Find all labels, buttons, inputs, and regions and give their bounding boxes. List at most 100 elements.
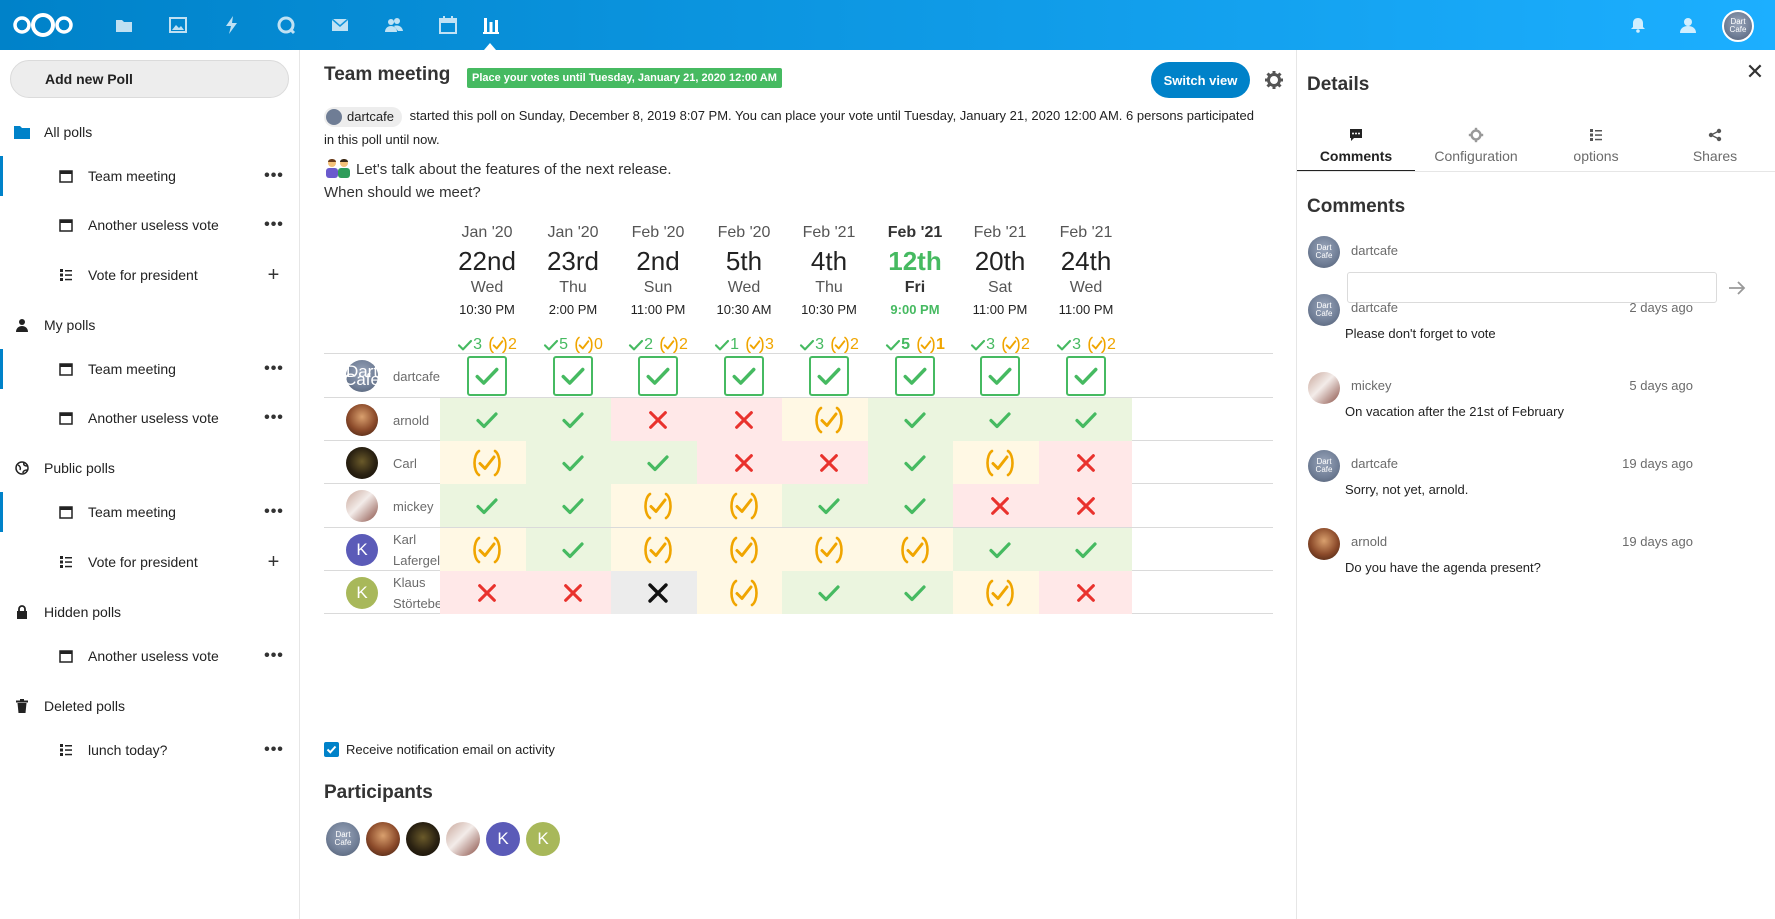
polls-icon[interactable] <box>478 12 504 38</box>
checkbox-checked-icon[interactable] <box>324 742 339 757</box>
tab-options[interactable]: options <box>1537 124 1655 172</box>
calendar-icon[interactable] <box>435 12 461 38</box>
tab-shares[interactable]: Shares <box>1656 124 1774 172</box>
option-month: Feb '20 <box>717 224 771 241</box>
more-actions-icon[interactable]: ••• <box>264 646 284 666</box>
maybe-icon <box>642 490 674 522</box>
sidebar-item-another-useless-vote[interactable]: Another useless vote ••• <box>0 205 300 245</box>
vote-toggle-button[interactable] <box>637 355 678 396</box>
vote-toggle-button[interactable] <box>552 355 593 396</box>
option-header: Feb '21 20th Sat 11:00 PM 3 2 <box>952 224 1048 354</box>
cross-icon <box>476 582 498 604</box>
nav-group-public-polls[interactable]: Public polls <box>0 452 300 484</box>
nav-group-my-polls[interactable]: My polls <box>0 309 300 341</box>
vote-cell <box>953 484 1046 527</box>
check-icon <box>475 408 499 432</box>
participant-avatar[interactable]: K <box>526 822 560 856</box>
send-arrow-icon[interactable] <box>1727 278 1747 298</box>
sidebar-item-team-meeting[interactable]: Team meeting ••• <box>0 492 300 532</box>
participant-avatar[interactable]: K <box>486 822 520 856</box>
gear-icon[interactable] <box>1264 70 1284 90</box>
vote-counts: 32 <box>952 335 1048 355</box>
check-icon <box>903 581 927 605</box>
more-actions-icon[interactable]: ••• <box>264 166 284 186</box>
comment-input[interactable] <box>1347 272 1717 303</box>
vote-cell[interactable] <box>953 354 1046 397</box>
participant-avatar[interactable] <box>406 822 440 856</box>
sidebar-item-another-useless-vote[interactable]: Another useless vote ••• <box>0 636 300 676</box>
globe-icon <box>14 460 30 476</box>
sidebar-item-team-meeting[interactable]: Team meeting ••• <box>0 156 300 196</box>
vote-cell[interactable] <box>526 354 619 397</box>
vote-cell <box>611 484 704 527</box>
vote-cell[interactable] <box>868 354 961 397</box>
talk-icon[interactable] <box>273 12 299 38</box>
nav-group-deleted-polls[interactable]: Deleted polls <box>0 690 300 722</box>
expiration-badge: Place your votes until Tuesday, January … <box>467 68 782 88</box>
vote-toggle-button[interactable] <box>808 355 849 396</box>
mail-icon[interactable] <box>327 12 353 38</box>
activity-icon[interactable] <box>219 12 245 38</box>
vote-cell[interactable] <box>782 354 875 397</box>
vote-toggle-button[interactable] <box>723 355 764 396</box>
vote-cell <box>697 528 790 571</box>
files-icon[interactable] <box>111 12 137 38</box>
participant-avatar[interactable] <box>446 822 480 856</box>
vote-toggle-button[interactable] <box>466 355 507 396</box>
maybe-icon <box>1087 335 1107 355</box>
option-weekday: Wed <box>727 279 761 296</box>
vote-cell[interactable] <box>611 354 704 397</box>
participant-avatar[interactable]: Dart Cafe <box>326 822 360 856</box>
check-icon <box>731 363 757 389</box>
more-actions-icon[interactable]: ••• <box>264 408 284 428</box>
tab-configuration[interactable]: Configuration <box>1417 124 1535 172</box>
more-actions-icon[interactable]: ••• <box>264 502 284 522</box>
sidebar-item-vote-for-president[interactable]: Vote for president + <box>0 255 300 295</box>
vote-cell[interactable] <box>1039 354 1132 397</box>
vote-cell[interactable] <box>440 354 533 397</box>
nav-group-hidden-polls[interactable]: Hidden polls <box>0 596 300 628</box>
notification-checkbox[interactable]: Receive notification email on activity <box>324 742 555 757</box>
add-icon[interactable]: + <box>264 551 284 573</box>
more-actions-icon[interactable]: ••• <box>264 740 284 760</box>
more-actions-icon[interactable]: ••• <box>264 359 284 379</box>
owner-chip[interactable]: dartcafe <box>324 106 402 127</box>
add-new-poll-button[interactable]: Add new Poll <box>10 60 289 98</box>
photos-icon[interactable] <box>165 12 191 38</box>
comment-author: arnold <box>1351 534 1388 549</box>
contacts-icon[interactable] <box>381 12 407 38</box>
option-time: 11:00 PM <box>1058 302 1114 317</box>
switch-view-button[interactable]: Switch view <box>1151 62 1250 98</box>
user-avatar[interactable]: Dart Cafe <box>1722 10 1754 42</box>
vote-toggle-button[interactable] <box>894 355 935 396</box>
comment-author: dartcafe <box>1351 243 1398 258</box>
add-icon[interactable]: + <box>264 264 284 286</box>
cross-icon <box>1075 582 1097 604</box>
vote-cell[interactable] <box>697 354 790 397</box>
sidebar-item-label: Team meeting <box>88 504 176 520</box>
tab-label: Comments <box>1319 148 1393 164</box>
notifications-icon[interactable] <box>1626 13 1650 37</box>
sidebar-item-team-meeting[interactable]: Team meeting ••• <box>0 349 300 389</box>
more-actions-icon[interactable]: ••• <box>264 215 284 235</box>
option-month: Feb '21 <box>802 224 856 241</box>
maybe-icon <box>813 534 845 566</box>
vote-cell <box>440 528 533 571</box>
close-icon[interactable]: ✕ <box>1745 59 1765 84</box>
vote-toggle-button[interactable] <box>979 355 1020 396</box>
sidebar-item-lunch-today[interactable]: lunch today? ••• <box>0 730 300 770</box>
vote-cell <box>526 398 619 441</box>
participant-avatar[interactable] <box>366 822 400 856</box>
nextcloud-logo-icon[interactable] <box>12 12 74 38</box>
check-icon <box>903 408 927 432</box>
sidebar-item-another-useless-vote[interactable]: Another useless vote ••• <box>0 398 300 438</box>
check-icon <box>561 408 585 432</box>
description-line-2: When should we meet? <box>324 184 481 201</box>
sidebar-item-vote-for-president[interactable]: Vote for president + <box>0 542 300 582</box>
check-icon <box>543 337 559 353</box>
nav-group-all-polls[interactable]: All polls <box>0 116 300 148</box>
contacts-menu-icon[interactable] <box>1676 13 1700 37</box>
vote-counts: 51 <box>867 335 963 355</box>
tab-comments[interactable]: Comments <box>1297 124 1415 172</box>
vote-toggle-button[interactable] <box>1065 355 1106 396</box>
